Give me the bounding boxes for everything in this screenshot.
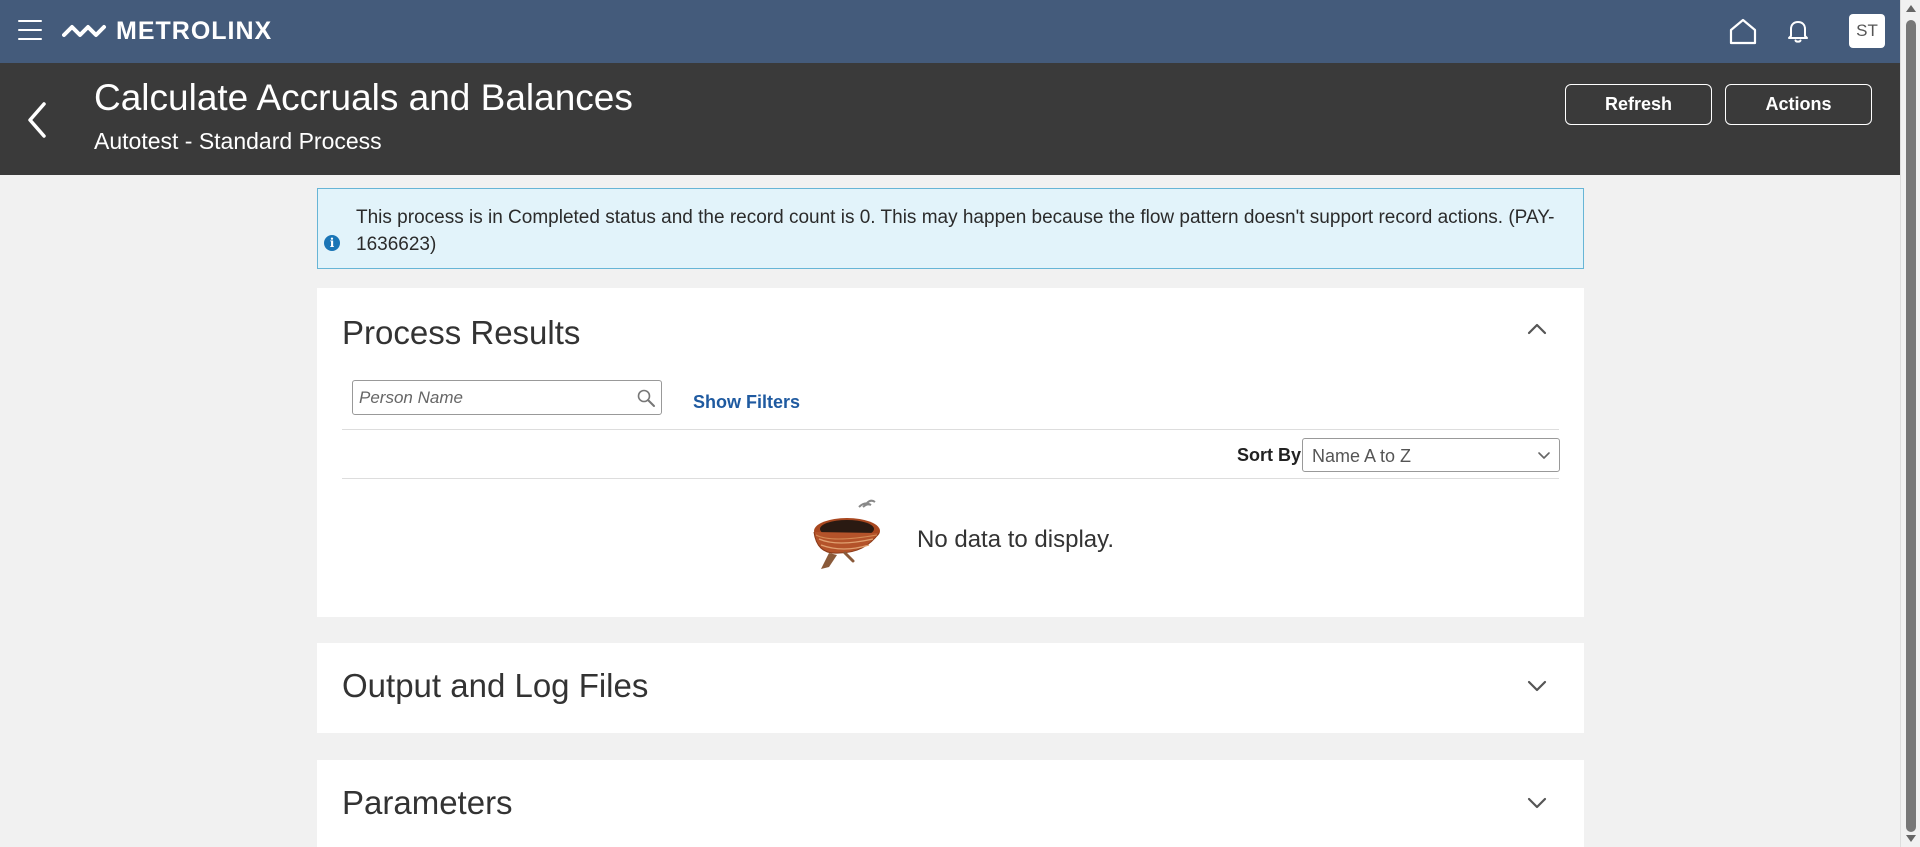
sort-by-value: Name A to Z [1312,446,1412,466]
scroll-up-arrow-icon[interactable] [1906,5,1916,12]
empty-nest-icon [813,499,880,569]
user-avatar[interactable]: ST [1849,14,1885,48]
scroll-down-arrow-icon[interactable] [1906,835,1916,842]
back-chevron-left-icon[interactable] [22,98,52,142]
hamburger-menu-icon[interactable] [18,20,42,40]
process-results-card: Process Results Show Filters Sort By Nam… [317,288,1584,617]
show-filters-link[interactable]: Show Filters [693,392,800,413]
empty-state-message: No data to display. [917,526,1115,553]
chevron-down-icon [1538,452,1550,459]
metrolinx-logo[interactable]: METROLINX [62,14,272,48]
expand-chevron-down-icon[interactable] [1524,673,1550,699]
home-icon[interactable] [1728,17,1758,45]
process-results-title: Process Results [342,314,581,351]
page-header: Calculate Accruals and Balances Autotest… [0,63,1900,175]
bell-icon[interactable] [1784,17,1812,45]
vertical-scrollbar[interactable] [1900,0,1920,847]
sort-by-select[interactable]: Name A to Z [1302,438,1560,472]
metrolinx-logo-mark-icon [62,25,106,37]
collapse-chevron-up-icon[interactable] [1524,316,1550,342]
page-subtitle: Autotest - Standard Process [94,128,382,154]
refresh-button[interactable]: Refresh [1565,84,1712,125]
divider [342,478,1559,479]
parameters-card[interactable]: Parameters [317,760,1584,847]
sort-by-label: Sort By [1237,445,1302,465]
divider [342,429,1559,430]
expand-chevron-down-icon[interactable] [1524,790,1550,816]
info-icon: i [324,235,340,251]
actions-button[interactable]: Actions [1725,84,1872,125]
output-log-files-card[interactable]: Output and Log Files [317,643,1584,733]
scrollbar-thumb[interactable] [1906,20,1916,832]
page-title: Calculate Accruals and Balances [94,77,633,118]
person-name-search-input[interactable] [359,384,619,411]
brand-name: METROLINX [116,16,273,45]
global-header: METROLINX ST [0,0,1900,63]
info-message: This process is in Completed status and … [356,207,1555,255]
output-log-files-title: Output and Log Files [342,667,649,704]
person-name-search [352,380,662,415]
parameters-title: Parameters [342,784,513,821]
search-icon[interactable] [636,388,656,408]
info-banner: i This process is in Completed status an… [317,188,1584,269]
